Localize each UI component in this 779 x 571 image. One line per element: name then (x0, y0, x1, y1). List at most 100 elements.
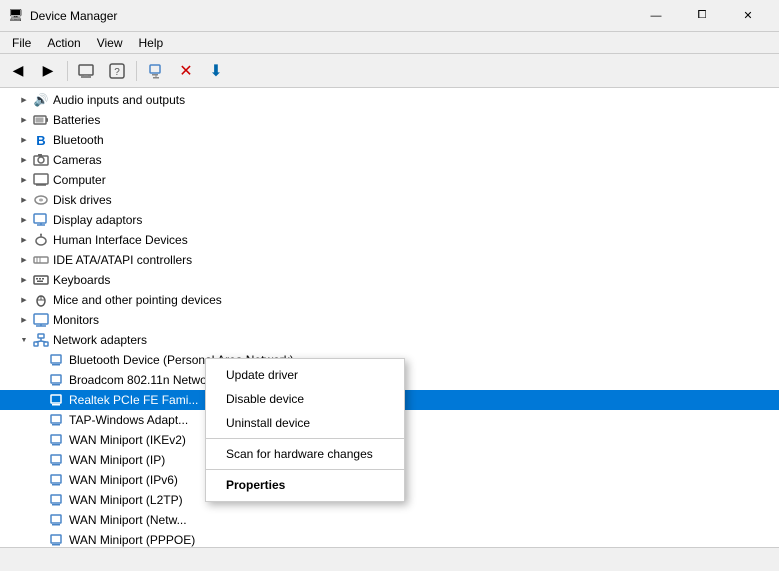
minimize-button[interactable]: — (633, 0, 679, 32)
menu-bar: File Action View Help (0, 32, 779, 54)
wan-ip-label: WAN Miniport (IP) (69, 453, 165, 467)
ctx-uninstall-device[interactable]: Uninstall device (206, 411, 404, 435)
computer-label: Computer (53, 173, 106, 187)
tree-item-wan-netw[interactable]: WAN Miniport (Netw... (0, 510, 779, 530)
tap-label: TAP-Windows Adapt... (69, 413, 188, 427)
tree-item-keyboards[interactable]: Keyboards (0, 270, 779, 290)
network-label: Network adapters (53, 333, 147, 347)
expander-wan-ip (32, 450, 48, 470)
bluetooth-net-icon (48, 351, 66, 369)
tree-item-audio[interactable]: 🔊 Audio inputs and outputs (0, 90, 779, 110)
window-controls: — ⧠ ✕ (633, 0, 771, 32)
expander-bluetooth-net (32, 350, 48, 370)
ctx-update-driver[interactable]: Update driver (206, 363, 404, 387)
wan-ipv6-icon (48, 471, 66, 489)
mice-label: Mice and other pointing devices (53, 293, 222, 307)
tree-item-hid[interactable]: Human Interface Devices (0, 230, 779, 250)
tree-item-network[interactable]: Network adapters (0, 330, 779, 350)
keyboards-icon (32, 271, 50, 289)
toolbar-sep-1 (67, 61, 68, 81)
wan-netw-icon (48, 511, 66, 529)
tree-item-mice[interactable]: Mice and other pointing devices (0, 290, 779, 310)
ctx-disable-device[interactable]: Disable device (206, 387, 404, 411)
status-bar (0, 547, 779, 571)
expander-wan-l2tp (32, 490, 48, 510)
tree-item-computer[interactable]: Computer (0, 170, 779, 190)
cameras-label: Cameras (53, 153, 102, 167)
restore-button[interactable]: ⧠ (679, 0, 725, 32)
toolbar-update[interactable]: ⬇ (202, 57, 230, 85)
wan-pppoe-icon (48, 531, 66, 547)
expander-mice[interactable] (16, 290, 32, 310)
tree-item-wan-pppoe[interactable]: WAN Miniport (PPPOE) (0, 530, 779, 547)
toolbar-uninstall[interactable]: ✕ (172, 57, 200, 85)
toolbar: ◀ ▶ ? ✕ ⬇ (0, 54, 779, 88)
expander-ide[interactable] (16, 250, 32, 270)
expander-monitors[interactable] (16, 310, 32, 330)
title-bar: 🖥 Device Manager — ⧠ ✕ (0, 0, 779, 32)
expander-hid[interactable] (16, 230, 32, 250)
expander-wan-netw (32, 510, 48, 530)
batteries-label: Batteries (53, 113, 100, 127)
ctx-scan-hardware[interactable]: Scan for hardware changes (206, 442, 404, 466)
display-icon (32, 211, 50, 229)
context-menu: Update driver Disable device Uninstall d… (205, 358, 405, 502)
tree-item-batteries[interactable]: Batteries (0, 110, 779, 130)
hid-icon (32, 231, 50, 249)
ctx-properties[interactable]: Properties (206, 473, 404, 497)
tree-item-disk[interactable]: Disk drives (0, 190, 779, 210)
expander-network[interactable] (16, 330, 32, 350)
keyboards-label: Keyboards (53, 273, 110, 287)
expander-bluetooth[interactable] (16, 130, 32, 150)
wan-pppoe-label: WAN Miniport (PPPOE) (69, 533, 195, 547)
expander-wan-pppoe (32, 530, 48, 547)
toolbar-scan[interactable] (142, 57, 170, 85)
disk-icon (32, 191, 50, 209)
expander-keyboards[interactable] (16, 270, 32, 290)
realtek-label: Realtek PCIe FE Fami... (69, 393, 198, 407)
menu-help[interactable]: Help (131, 34, 172, 52)
ctx-sep-2 (206, 469, 404, 470)
tree-item-ide[interactable]: IDE ATA/ATAPI controllers (0, 250, 779, 270)
toolbar-sep-2 (136, 61, 137, 81)
tree-item-cameras[interactable]: Cameras (0, 150, 779, 170)
expander-computer[interactable] (16, 170, 32, 190)
svg-text:?: ? (114, 67, 120, 78)
expander-broadcom (32, 370, 48, 390)
wan-l2tp-icon (48, 491, 66, 509)
display-label: Display adaptors (53, 213, 142, 227)
disk-label: Disk drives (53, 193, 112, 207)
expander-audio[interactable] (16, 90, 32, 110)
toolbar-devmgr[interactable] (73, 57, 101, 85)
broadcom-icon (48, 371, 66, 389)
toolbar-back[interactable]: ◀ (4, 57, 32, 85)
wan-ipv6-label: WAN Miniport (IPv6) (69, 473, 178, 487)
tap-icon (48, 411, 66, 429)
toolbar-forward[interactable]: ▶ (34, 57, 62, 85)
cameras-icon (32, 151, 50, 169)
audio-label: Audio inputs and outputs (53, 93, 185, 107)
wan-l2tp-label: WAN Miniport (L2TP) (69, 493, 183, 507)
ctx-sep-1 (206, 438, 404, 439)
audio-icon: 🔊 (32, 91, 50, 109)
network-icon (32, 331, 50, 349)
tree-item-bluetooth[interactable]: B Bluetooth (0, 130, 779, 150)
close-button[interactable]: ✕ (725, 0, 771, 32)
bluetooth-icon: B (32, 131, 50, 149)
expander-cameras[interactable] (16, 150, 32, 170)
menu-file[interactable]: File (4, 34, 39, 52)
expander-disk[interactable] (16, 190, 32, 210)
ide-label: IDE ATA/ATAPI controllers (53, 253, 192, 267)
window-title: Device Manager (30, 9, 633, 23)
monitors-icon (32, 311, 50, 329)
expander-display[interactable] (16, 210, 32, 230)
wan-netw-label: WAN Miniport (Netw... (69, 513, 187, 527)
tree-item-display[interactable]: Display adaptors (0, 210, 779, 230)
toolbar-action2[interactable]: ? (103, 57, 131, 85)
expander-batteries[interactable] (16, 110, 32, 130)
expander-tap (32, 410, 48, 430)
tree-item-monitors[interactable]: Monitors (0, 310, 779, 330)
bluetooth-label: Bluetooth (53, 133, 104, 147)
menu-view[interactable]: View (89, 34, 131, 52)
menu-action[interactable]: Action (39, 34, 88, 52)
